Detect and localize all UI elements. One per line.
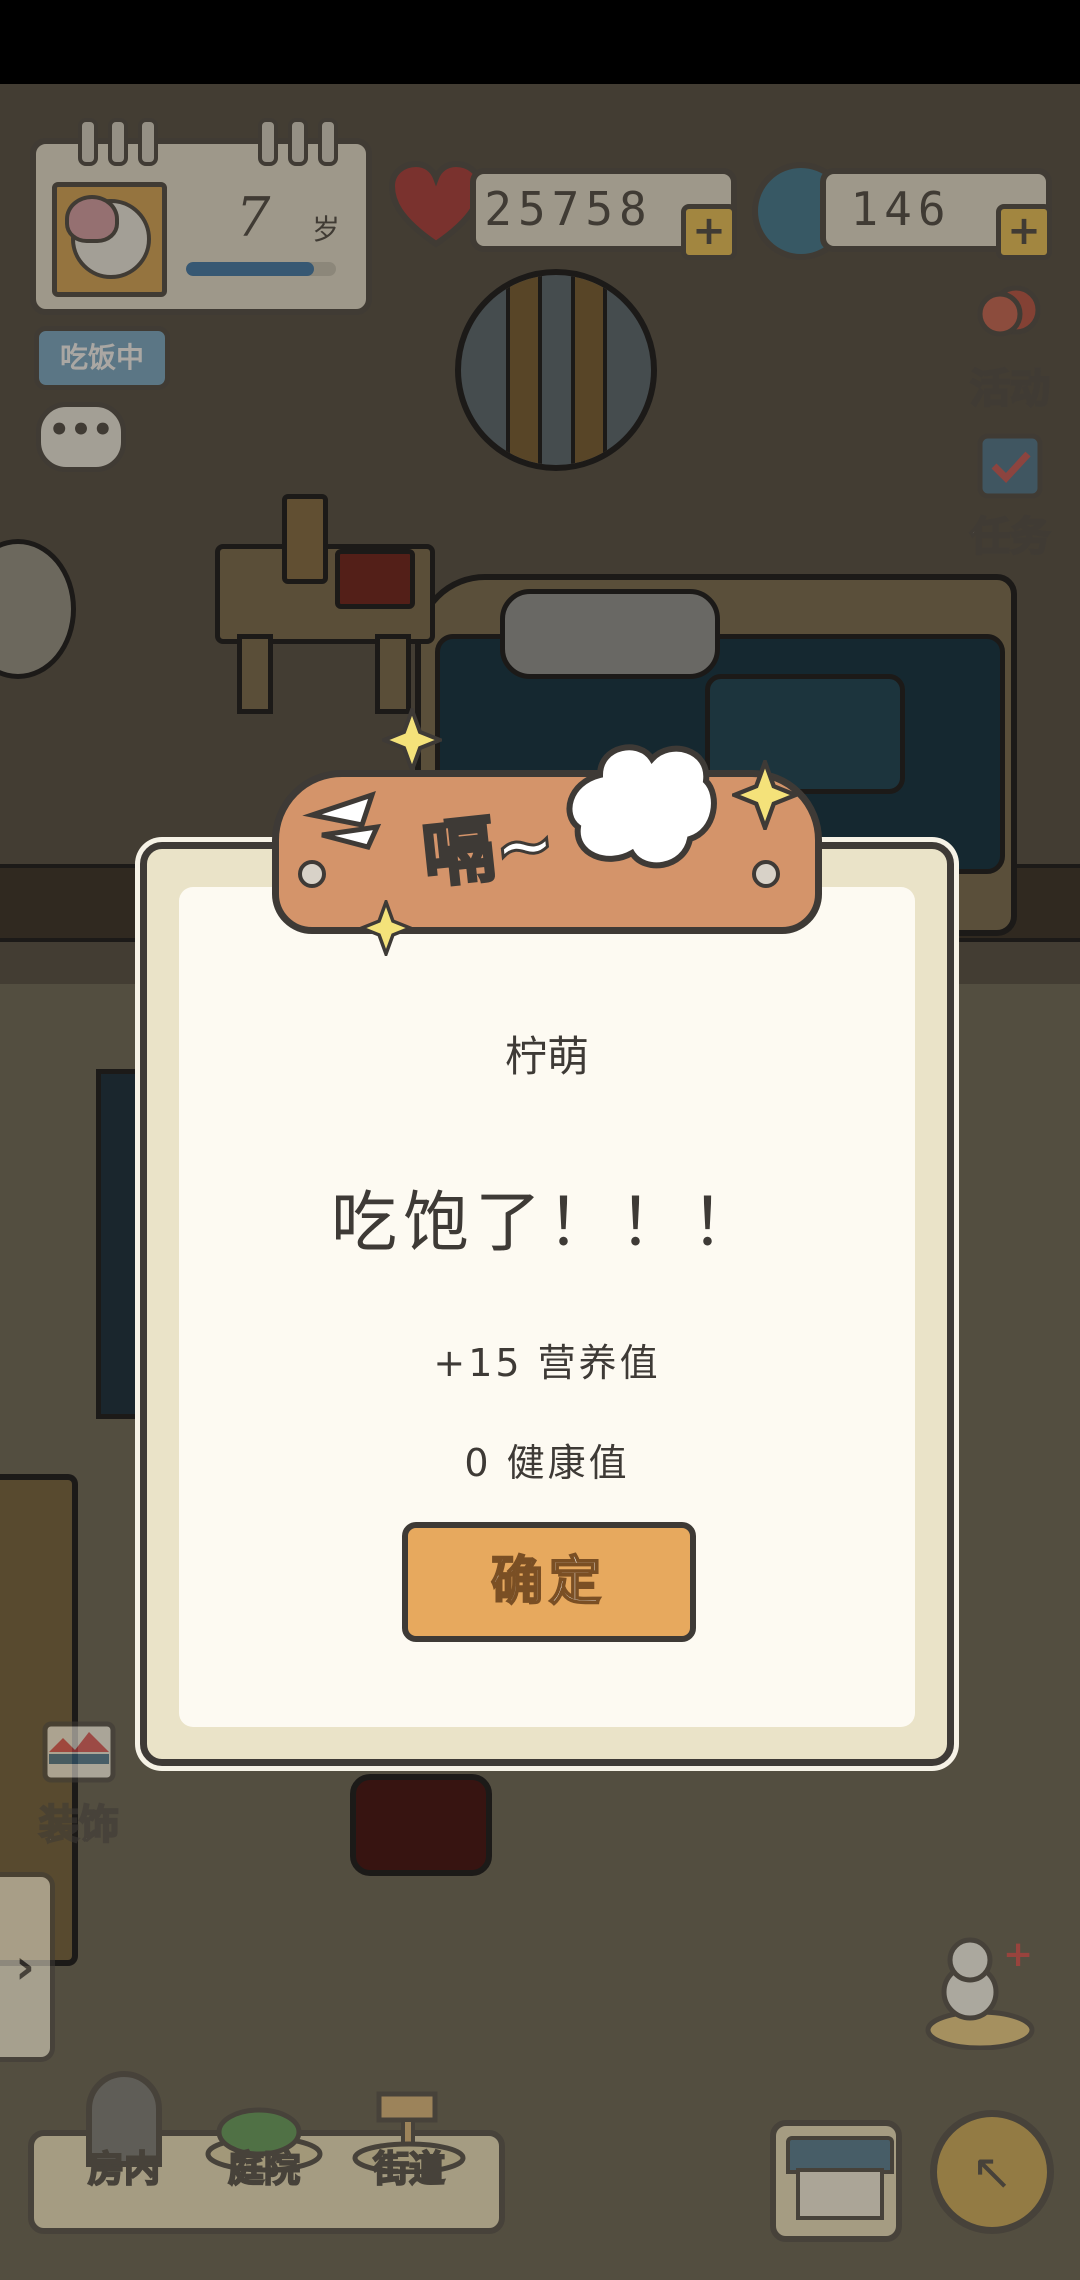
task-label: 任务 (969, 513, 1051, 561)
hearts-counter: 25758 + (470, 168, 737, 260)
screw-icon (298, 860, 326, 888)
age-value: 7 (236, 186, 271, 249)
task-button[interactable]: 任务 (955, 430, 1065, 562)
status-badge: 吃饭中 (34, 326, 170, 390)
balloon-icon (977, 285, 1041, 337)
pet-name: 柠萌 (504, 1032, 589, 1081)
panda-icon[interactable]: + (925, 1930, 1035, 2050)
coins-value: 146 (850, 182, 952, 236)
activity-label: 活动 (969, 365, 1051, 413)
health-gain: 0 健康值 (464, 1441, 630, 1485)
coins-counter: 146 + (820, 168, 1052, 260)
arrow-up-left-icon: ↖ (971, 2143, 1013, 2201)
return-button[interactable]: ↖ (930, 2110, 1054, 2234)
svg-text:+: + (1003, 1934, 1033, 1975)
age-progress-bar (186, 262, 336, 276)
confirm-button[interactable]: 确定 (402, 1522, 696, 1642)
add-hearts-button[interactable]: + (681, 204, 737, 260)
sparkle-icon (382, 708, 442, 772)
banner-text: 嗝~ (417, 799, 560, 899)
nav-yard[interactable]: 庭院 (194, 2054, 334, 2192)
age-unit: 岁 (312, 213, 341, 246)
home-button[interactable] (770, 2120, 902, 2242)
bottom-nav: 房内 庭院 街道 (28, 2071, 505, 2234)
nav-street[interactable]: 街道 (339, 2054, 479, 2192)
decor-button[interactable]: 装饰 (24, 1718, 134, 1850)
house-icon (796, 2168, 884, 2220)
chat-button[interactable]: ••• (36, 402, 126, 472)
task-board-icon (977, 433, 1043, 499)
pet-avatar (52, 182, 167, 297)
decor-label: 装饰 (38, 1801, 120, 1849)
full-message: 吃饱了！！！ (331, 1184, 763, 1261)
sparkle-icon (360, 900, 412, 956)
hearts-value: 25758 (484, 182, 653, 236)
burp-cloud-icon (566, 744, 717, 869)
fed-dialog: 柠萌 吃饱了！！！ +15 营养值 0 健康值 确定 (140, 842, 954, 1766)
decor-palette-icon (42, 1721, 116, 1783)
add-coins-button[interactable]: + (996, 204, 1052, 260)
speech-lines-icon (302, 791, 382, 850)
activity-button[interactable]: 活动 (955, 282, 1065, 414)
screw-icon (752, 860, 780, 888)
nutrition-gain: +15 营养值 (433, 1341, 661, 1385)
nav-indoor[interactable]: 房内 (54, 2054, 194, 2192)
sparkle-icon (732, 760, 798, 830)
pet-profile-card[interactable]: 7 岁 (30, 118, 372, 315)
expand-arrow-button[interactable]: › (0, 1872, 55, 2062)
